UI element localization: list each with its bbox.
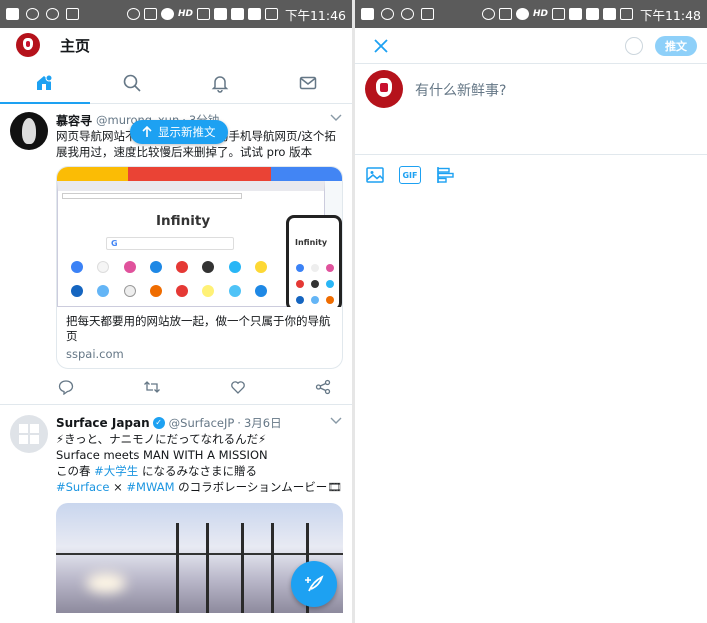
signal-icon [230,8,244,20]
gif-label: GIF [402,170,418,180]
card-description: 把每天都要用的网站放一起，做一个只属于你的导航页 [66,314,331,343]
nfc-icon [143,8,157,20]
tweet-author-name[interactable]: 慕容寻 [56,112,92,129]
signal-icon [247,8,261,20]
chevron-down-icon[interactable] [330,417,342,425]
sync-icon [481,8,495,20]
tab-search[interactable] [88,62,176,103]
alarm-icon [46,8,59,20]
tweet-author-handle: @SurfaceJP [168,416,235,430]
compose-toolbar: GIF [355,155,707,195]
tweet[interactable]: 慕容寻 @murong_xun · 3分钟 网页导航网站不能同步，可同步的手机导… [0,104,352,395]
feather-plus-icon [305,575,324,592]
tweet-line: ⚡きっと、ナニモノにだってなれるんだ⚡ [56,432,267,446]
gallery-icon [361,8,374,20]
tab-notifications[interactable] [176,62,264,103]
compose-tweet-button[interactable] [291,561,337,607]
activity-icon [66,8,79,20]
page-title: 主页 [60,36,91,55]
nfc-icon [498,8,512,20]
close-icon[interactable] [373,38,389,54]
poll-icon[interactable] [435,165,455,185]
wifi-icon [213,8,227,20]
wifi-icon [568,8,582,20]
hashtag-link[interactable]: #MWAM [126,480,174,494]
image-icon[interactable] [365,165,385,185]
tab-bar [0,62,352,104]
clock: 下午11:46 [284,7,346,23]
key-icon [551,8,565,20]
alarm-icon [401,8,414,20]
timeline[interactable]: 慕容寻 @murong_xun · 3分钟 网页导航网站不能同步，可同步的手机导… [0,104,352,613]
key-icon [196,8,210,20]
hd-indicator: HD [532,9,548,19]
tweet-time: 3月6日 [243,416,282,430]
profile-avatar [365,70,403,108]
compose-header: 推文 [355,28,707,64]
alarm-icon [381,8,394,20]
dnd-icon [515,8,529,20]
activity-icon [421,8,434,20]
dnd-icon [160,8,174,20]
sync-icon [126,8,140,20]
reply-icon[interactable] [58,379,74,395]
card-phone-title: Infinity [295,238,328,247]
tweet-actions [56,369,343,395]
tab-messages[interactable] [264,62,352,103]
profile-avatar[interactable] [16,33,40,57]
battery-icon [619,8,633,20]
compose-screen: HD 下午11:48 推文 有什么新鲜事? GIF [355,0,707,623]
verified-badge-icon: ✓ [152,417,165,429]
retweet-icon[interactable] [143,379,161,395]
clock: 下午11:48 [639,7,701,23]
home-icon [37,74,53,90]
character-counter-ring [625,36,643,55]
mail-icon [299,76,317,89]
link-card[interactable]: Infinity G Infinity 把每天都要用的网站放一起，做一个只属于你… [56,166,343,369]
status-bar: HD 下午11:48 [355,0,707,28]
hd-indicator: HD [177,9,193,19]
chevron-down-icon[interactable] [330,114,342,122]
hashtag-link[interactable]: #Surface [56,480,109,494]
compose-body: 有什么新鲜事? [355,64,707,155]
card-image-search: G [106,237,234,250]
signal-icon [585,8,599,20]
tweet-line-text: になるみなさまに贈る [138,464,257,478]
battery-icon [264,8,278,20]
signal-icon [602,8,616,20]
card-domain: sspai.com [66,347,124,361]
avatar[interactable] [10,112,48,150]
hashtag-link[interactable]: #大学生 [94,464,138,478]
share-icon[interactable] [315,379,331,395]
tab-home[interactable] [0,62,88,103]
avatar[interactable] [10,415,48,453]
tweet-line: Surface meets MAN WITH A MISSION [56,448,268,462]
tweet-line-text: のコラボレーションムービー🎞 [174,480,342,494]
tweet-line-text: この春 [56,464,95,478]
tweet-button[interactable]: 推文 [655,35,697,56]
compose-input[interactable]: 有什么新鲜事? [415,80,506,154]
show-new-tweets-button[interactable]: 显示新推文 [130,120,228,144]
tweet-line-text: × [109,480,127,494]
show-new-tweets-label: 显示新推文 [158,125,216,139]
bell-icon [211,75,229,93]
arrow-up-icon [142,126,152,137]
card-image: Infinity G Infinity [57,167,342,307]
tweet-text: ⚡きっと、ナニモノにだってなれるんだ⚡ Surface meets MAN WI… [56,431,342,495]
gallery-icon [6,8,19,20]
tweet-author-name[interactable]: Surface Japan [56,416,150,430]
gif-icon[interactable]: GIF [399,166,421,184]
top-bar: 主页 [0,28,352,62]
search-icon [123,74,141,92]
like-icon[interactable] [230,379,246,395]
home-screen: HD 下午11:46 主页 显示新推文 慕容寻 网页导航网站不能同步，可同步的手… [0,0,352,623]
status-bar: HD 下午11:46 [0,0,352,28]
meta-separator: · [237,416,241,430]
alarm-icon [26,8,39,20]
card-image-title: Infinity [156,213,211,229]
